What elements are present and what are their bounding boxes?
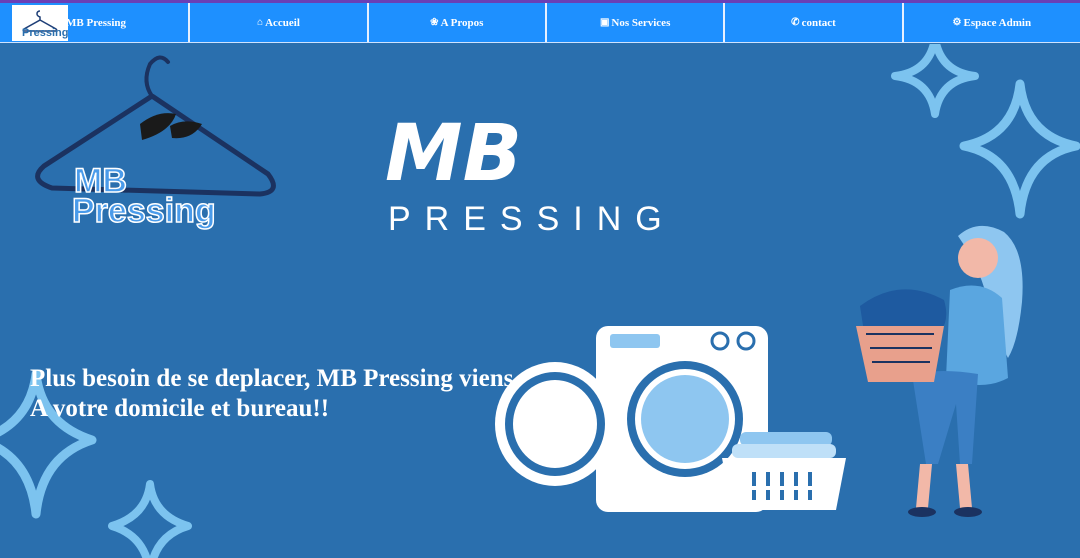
hero-tagline: Plus besoin de se deplacer, MB Pressing …: [30, 364, 590, 424]
nav-item-a-propos[interactable]: ❀ A Propos: [369, 3, 547, 42]
nav-item-label: Espace Admin: [963, 16, 1032, 29]
nav-item-nos-services[interactable]: ▣ Nos Services: [547, 3, 726, 42]
nav-item-label: Accueil: [265, 16, 300, 29]
hero-title-sub: PRESSING: [388, 200, 676, 238]
tagline-line-2: A votre domicile et bureau!!: [30, 395, 330, 422]
brand-label: MB Pressing: [66, 16, 126, 29]
mb-pressing-logo: MB Pressing: [35, 55, 276, 231]
hanger-logo-icon: Pressing: [22, 9, 68, 39]
brand-logo[interactable]: Pressing: [12, 4, 68, 41]
nav-item-label: A Propos: [440, 16, 484, 29]
nav-item-label: Nos Services: [611, 16, 671, 29]
hero-illustration: MB Pressing MB PRESSING: [0, 44, 1080, 558]
logo-pressing-text: Pressing: [72, 192, 216, 230]
svg-text:Pressing: Pressing: [22, 27, 68, 39]
person-icon: ❀: [430, 16, 439, 28]
briefcase-icon: ▣: [599, 16, 610, 28]
nav-item-label: contact: [801, 16, 836, 29]
nav-item-contact[interactable]: ✆ contact: [725, 3, 904, 42]
hero-banner: MB Pressing MB PRESSING Plus besoin de s…: [0, 44, 1080, 558]
sparkle-icon: [959, 79, 1080, 219]
gear-icon: ⚙: [952, 16, 962, 28]
nav-brand[interactable]: Pressing MB Pressing: [0, 3, 191, 42]
nav-item-accueil[interactable]: ⌂ Accueil: [190, 3, 369, 42]
sparkle-icon: [891, 44, 979, 118]
main-navbar: Pressing MB Pressing ⌂ Accueil ❀ A Propo…: [0, 3, 1080, 43]
tagline-line-1: Plus besoin de se deplacer, MB Pressing …: [30, 365, 514, 392]
sparkle-icon: [108, 480, 192, 558]
home-icon: ⌂: [257, 16, 264, 28]
nav-item-espace-admin[interactable]: ⚙ Espace Admin: [904, 3, 1080, 42]
phone-icon: ✆: [791, 16, 800, 28]
hero-title-main: MB: [385, 109, 522, 199]
woman-illustration: [856, 225, 1023, 517]
